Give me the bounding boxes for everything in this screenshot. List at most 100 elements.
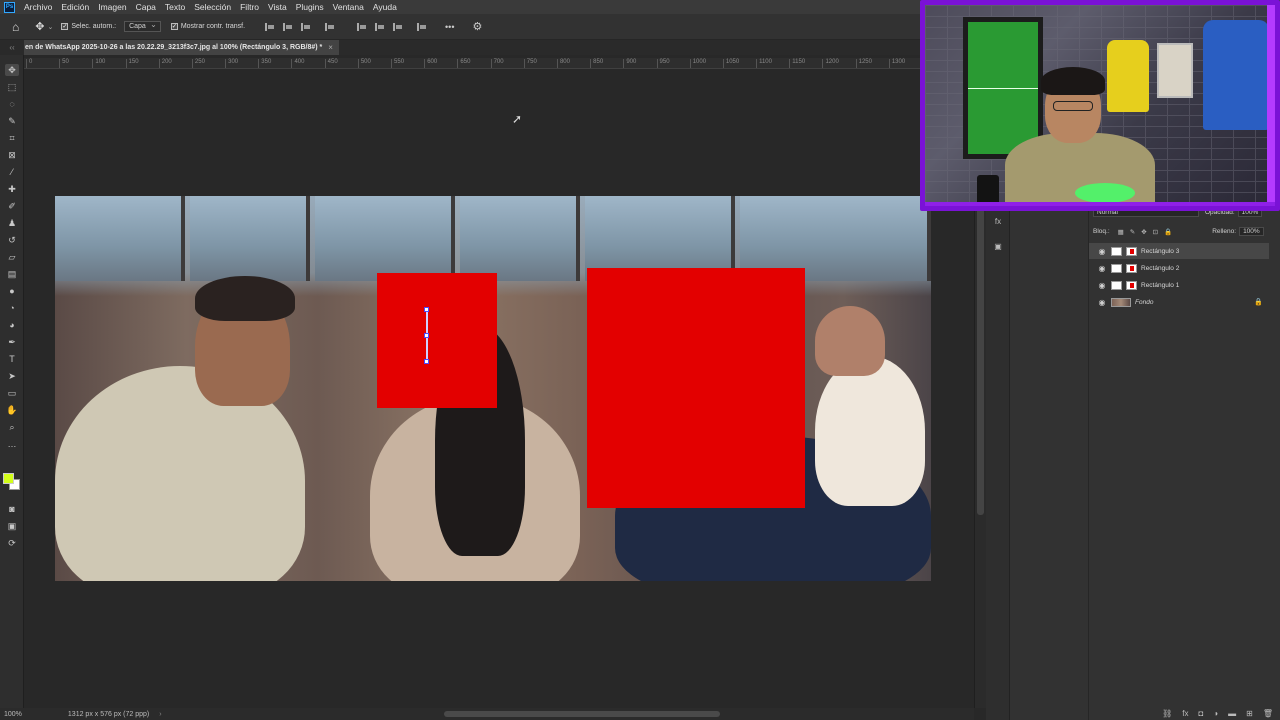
fx-icon[interactable]: fx	[991, 215, 1005, 227]
canvas-area[interactable]: ➚	[24, 70, 974, 708]
move-tool-icon[interactable]: ✥	[5, 64, 19, 76]
align-left-icon[interactable]	[265, 22, 275, 31]
distribute-vertical-icon[interactable]	[417, 22, 427, 31]
layers-panel: Normal Opacidad: 100% Bloq.: ▦✎✥⊡🔒 Relle…	[1088, 205, 1280, 720]
layer-rectangulo-3[interactable]: ◉ Rectángulo 3	[1089, 243, 1269, 259]
zoom-tool-icon[interactable]: ⌕	[5, 421, 19, 433]
gradient-tool-icon[interactable]: ▤	[5, 268, 19, 280]
new-layer-icon[interactable]: ⊞	[1246, 709, 1253, 718]
menu-imagen[interactable]: Imagen	[98, 2, 126, 12]
menu-vista[interactable]: Vista	[268, 2, 287, 12]
quick-select-tool-icon[interactable]: ✎	[5, 115, 19, 127]
mug	[977, 175, 999, 205]
quick-mask-icon[interactable]: ◙	[5, 503, 19, 515]
layer-rectangulo-1[interactable]: ◉ Rectángulo 1	[1089, 277, 1269, 293]
eye-icon[interactable]: ◉	[1097, 281, 1107, 290]
eye-icon[interactable]: ◉	[1097, 264, 1107, 273]
distribute-icon[interactable]	[325, 22, 335, 31]
transform-handle-top[interactable]	[424, 307, 429, 312]
align-right-icon[interactable]	[301, 22, 311, 31]
menu-edicion[interactable]: Edición	[61, 2, 89, 12]
rectangle-2[interactable]	[587, 268, 805, 508]
menu-seleccion[interactable]: Selección	[194, 2, 231, 12]
fill-field[interactable]: 100%	[1239, 227, 1264, 236]
align-top-icon[interactable]	[357, 22, 367, 31]
folder-icon[interactable]: ▬	[1228, 709, 1236, 718]
zoom-level[interactable]: 100%	[4, 711, 22, 718]
ruler-tick: 350	[258, 59, 271, 68]
rectangle-tool-icon[interactable]: ▭	[5, 387, 19, 399]
pen-tool-icon[interactable]: ✒	[5, 336, 19, 348]
history-brush-tool-icon[interactable]: ↺	[5, 234, 19, 246]
adjustment-layer-icon[interactable]: ◑	[1213, 709, 1218, 718]
align-bottom-icon[interactable]	[393, 22, 403, 31]
align-center-icon[interactable]	[283, 22, 293, 31]
auto-select-target-dropdown[interactable]: Capa	[124, 20, 161, 32]
trash-icon[interactable]: 🗑	[1263, 709, 1273, 718]
document-tab[interactable]: en de WhatsApp 2025-10-26 a las 20.22.29…	[24, 40, 339, 55]
close-icon[interactable]: ×	[328, 43, 333, 52]
ruler-tick: 400	[291, 59, 304, 68]
show-transform-option[interactable]: ✓ Mostrar contr. transf.	[170, 23, 245, 30]
auto-select-checkbox[interactable]: ✓	[61, 23, 69, 30]
vertical-scroll-thumb[interactable]	[977, 185, 984, 515]
menu-archivo[interactable]: Archivo	[24, 2, 52, 12]
tab-scroll-icon[interactable]: ‹‹	[0, 40, 24, 55]
path-select-tool-icon[interactable]: ➤	[5, 370, 19, 382]
blur-tool-icon[interactable]: ●	[5, 285, 19, 297]
marquee-tool-icon[interactable]: ⬚	[5, 81, 19, 93]
streamer-body	[1005, 133, 1155, 206]
transform-handle-bottom[interactable]	[424, 359, 429, 364]
crop-tool-icon[interactable]: ⌗	[5, 132, 19, 144]
link-icon[interactable]: ⛓	[1162, 709, 1172, 718]
menu-ayuda[interactable]: Ayuda	[373, 2, 397, 12]
dodge-tool-icon[interactable]: ◔	[5, 302, 19, 314]
layer-fondo[interactable]: ◉ Fondo 🔒	[1089, 294, 1269, 310]
ruler-tick: 850	[590, 59, 603, 68]
more-options-button[interactable]: •••	[445, 22, 454, 32]
brush-tool-icon[interactable]: ✐	[5, 200, 19, 212]
lock-options-icons[interactable]: ▦✎✥⊡🔒	[1118, 228, 1179, 236]
chevron-down-icon[interactable]: ⌄	[47, 23, 53, 31]
screen-mode-icon[interactable]: ▣	[5, 520, 19, 532]
more-tools-icon[interactable]: …	[5, 438, 19, 450]
show-transform-checkbox[interactable]: ✓	[170, 23, 178, 30]
hand-tool-icon[interactable]: ✋	[5, 404, 19, 416]
eye-icon[interactable]: ◉	[1097, 298, 1107, 307]
menu-filtro[interactable]: Filtro	[240, 2, 259, 12]
adjustment-icon[interactable]: ▣	[991, 240, 1005, 252]
move-icon[interactable]: ✥	[35, 20, 44, 33]
lock-row: Bloq.: ▦✎✥⊡🔒 Relleno: 100%	[1089, 227, 1280, 236]
eyedropper-tool-icon[interactable]: ⁄	[5, 166, 19, 178]
window-pane	[190, 196, 310, 281]
layer-name: Rectángulo 1	[1141, 281, 1180, 289]
eraser-tool-icon[interactable]: ▱	[5, 251, 19, 263]
stamp-tool-icon[interactable]: ♟	[5, 217, 19, 229]
home-icon[interactable]: ⌂	[12, 20, 19, 34]
mask-icon[interactable]: ◘	[1198, 709, 1203, 718]
streamer-glasses	[1053, 101, 1093, 111]
eye-icon[interactable]: ◉	[1097, 247, 1107, 256]
share-icon[interactable]: ⟳	[5, 537, 19, 549]
document-size: 1312 px x 576 px (72 ppp)	[67, 710, 150, 718]
menu-plugins[interactable]: Plugins	[296, 2, 324, 12]
layer-rectangulo-2[interactable]: ◉ Rectángulo 2	[1089, 260, 1269, 276]
lasso-tool-icon[interactable]: ◌	[5, 98, 19, 110]
ruler-tick: 1300	[888, 59, 905, 68]
auto-select-option[interactable]: ✓ Selec. autom.:	[61, 23, 116, 30]
frame-tool-icon[interactable]: ⊠	[5, 149, 19, 161]
menu-capa[interactable]: Capa	[136, 2, 156, 12]
fx-icon[interactable]: fx	[1182, 709, 1188, 718]
healing-tool-icon[interactable]: ✚	[5, 183, 19, 195]
gear-icon[interactable]: ⚙	[472, 20, 482, 33]
rectangle-3[interactable]	[377, 273, 497, 408]
horizontal-scroll-thumb[interactable]	[444, 711, 720, 717]
dodge-tool-2-icon[interactable]: ◕	[5, 319, 19, 331]
menu-ventana[interactable]: Ventana	[333, 2, 364, 12]
type-tool-icon[interactable]: T	[5, 353, 19, 365]
menu-texto[interactable]: Texto	[165, 2, 185, 12]
status-arrow-icon[interactable]: ›	[159, 711, 161, 718]
transform-handle-middle[interactable]	[424, 333, 429, 338]
align-middle-icon[interactable]	[375, 22, 385, 31]
foreground-color-swatch[interactable]	[3, 473, 14, 484]
